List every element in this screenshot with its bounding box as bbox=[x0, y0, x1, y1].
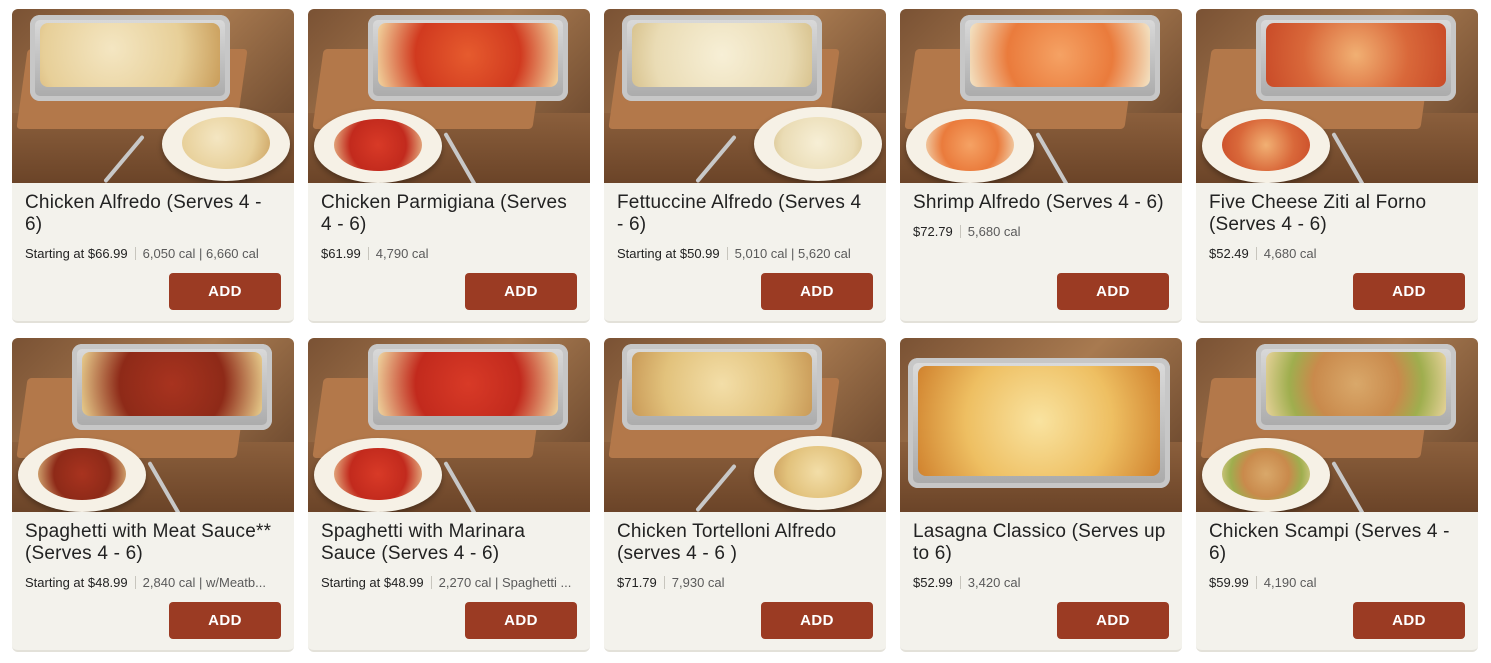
chicken-tortelloni-photo[interactable] bbox=[604, 338, 886, 512]
item-title[interactable]: Spaghetti with Marinara Sauce (Serves 4 … bbox=[321, 521, 577, 565]
item-meta: $72.79 5,680 cal bbox=[913, 224, 1171, 240]
menu-card-chicken-alfredo[interactable]: Chicken Alfredo (Serves 4 - 6) Starting … bbox=[12, 9, 294, 323]
item-title[interactable]: Lasagna Classico (Serves up to 6) bbox=[913, 521, 1169, 565]
menu-card-lasagna-classico[interactable]: Lasagna Classico (Serves up to 6) $52.99… bbox=[900, 338, 1182, 652]
item-meta: Starting at $48.99 2,840 cal | w/Meatb... bbox=[25, 575, 283, 591]
divider bbox=[1255, 576, 1257, 589]
item-meta: Starting at $66.99 6,050 cal | 6,660 cal bbox=[25, 246, 283, 262]
add-button[interactable]: ADD bbox=[1353, 273, 1465, 310]
chicken-scampi-photo[interactable] bbox=[1196, 338, 1478, 512]
divider bbox=[726, 247, 728, 260]
item-calories: 4,790 cal bbox=[375, 246, 429, 261]
shrimp-alfredo-photo[interactable] bbox=[900, 9, 1182, 183]
menu-card-five-cheese-ziti[interactable]: Five Cheese Ziti al Forno (Serves 4 - 6)… bbox=[1196, 9, 1478, 323]
item-calories: 3,420 cal bbox=[967, 575, 1021, 590]
item-meta: Starting at $48.99 2,270 cal | Spaghetti … bbox=[321, 575, 579, 591]
item-title[interactable]: Chicken Parmigiana (Serves 4 - 6) bbox=[321, 192, 577, 236]
item-calories: 2,840 cal | w/Meatb... bbox=[142, 575, 266, 590]
divider bbox=[134, 576, 136, 589]
five-cheese-ziti-photo[interactable] bbox=[1196, 9, 1478, 183]
add-button[interactable]: ADD bbox=[169, 602, 281, 639]
item-meta: $71.79 7,930 cal bbox=[617, 575, 875, 591]
item-price: $52.99 bbox=[913, 575, 953, 590]
chicken-parmigiana-photo[interactable] bbox=[308, 9, 590, 183]
add-button[interactable]: ADD bbox=[465, 602, 577, 639]
item-calories: 7,930 cal bbox=[671, 575, 725, 590]
menu-card-chicken-scampi[interactable]: Chicken Scampi (Serves 4 - 6) $59.99 4,19… bbox=[1196, 338, 1478, 652]
menu-card-spaghetti-marinara[interactable]: Spaghetti with Marinara Sauce (Serves 4 … bbox=[308, 338, 590, 652]
item-calories: 2,270 cal | Spaghetti ... bbox=[438, 575, 572, 590]
add-button[interactable]: ADD bbox=[1353, 602, 1465, 639]
divider bbox=[134, 247, 136, 260]
add-button[interactable]: ADD bbox=[1057, 602, 1169, 639]
item-meta: $52.49 4,680 cal bbox=[1209, 246, 1467, 262]
item-price: Starting at $50.99 bbox=[617, 246, 720, 261]
divider bbox=[367, 247, 369, 260]
menu-card-spaghetti-meat-sauce[interactable]: Spaghetti with Meat Sauce** (Serves 4 - … bbox=[12, 338, 294, 652]
divider bbox=[663, 576, 665, 589]
item-price: Starting at $48.99 bbox=[321, 575, 424, 590]
chicken-alfredo-photo[interactable] bbox=[12, 9, 294, 183]
menu-card-chicken-parmigiana[interactable]: Chicken Parmigiana (Serves 4 - 6) $61.99… bbox=[308, 9, 590, 323]
menu-card-shrimp-alfredo[interactable]: Shrimp Alfredo (Serves 4 - 6) $72.79 5,68… bbox=[900, 9, 1182, 323]
item-title[interactable]: Shrimp Alfredo (Serves 4 - 6) bbox=[913, 192, 1169, 214]
divider bbox=[1255, 247, 1257, 260]
add-button[interactable]: ADD bbox=[761, 273, 873, 310]
item-price: $72.79 bbox=[913, 224, 953, 239]
fettuccine-alfredo-photo[interactable] bbox=[604, 9, 886, 183]
item-price: $52.49 bbox=[1209, 246, 1249, 261]
item-calories: 4,680 cal bbox=[1263, 246, 1317, 261]
menu-card-fettuccine-alfredo[interactable]: Fettuccine Alfredo (Serves 4 - 6) Starti… bbox=[604, 9, 886, 323]
item-title[interactable]: Chicken Scampi (Serves 4 - 6) bbox=[1209, 521, 1465, 565]
add-button[interactable]: ADD bbox=[761, 602, 873, 639]
item-calories: 5,680 cal bbox=[967, 224, 1021, 239]
menu-grid: Chicken Alfredo (Serves 4 - 6) Starting … bbox=[12, 9, 1478, 652]
lasagna-classico-photo[interactable] bbox=[900, 338, 1182, 512]
item-price: Starting at $48.99 bbox=[25, 575, 128, 590]
item-price: $61.99 bbox=[321, 246, 361, 261]
item-price: $71.79 bbox=[617, 575, 657, 590]
item-title[interactable]: Five Cheese Ziti al Forno (Serves 4 - 6) bbox=[1209, 192, 1465, 236]
item-price: $59.99 bbox=[1209, 575, 1249, 590]
item-calories: 6,050 cal | 6,660 cal bbox=[142, 246, 259, 261]
item-title[interactable]: Spaghetti with Meat Sauce** (Serves 4 - … bbox=[25, 521, 281, 565]
item-price: Starting at $66.99 bbox=[25, 246, 128, 261]
item-title[interactable]: Chicken Tortelloni Alfredo (serves 4 - 6… bbox=[617, 521, 873, 565]
item-meta: Starting at $50.99 5,010 cal | 5,620 cal bbox=[617, 246, 875, 262]
item-title[interactable]: Fettuccine Alfredo (Serves 4 - 6) bbox=[617, 192, 873, 236]
item-meta: $52.99 3,420 cal bbox=[913, 575, 1171, 591]
item-calories: 5,010 cal | 5,620 cal bbox=[734, 246, 851, 261]
add-button[interactable]: ADD bbox=[169, 273, 281, 310]
divider bbox=[959, 576, 961, 589]
add-button[interactable]: ADD bbox=[465, 273, 577, 310]
item-calories: 4,190 cal bbox=[1263, 575, 1317, 590]
item-title[interactable]: Chicken Alfredo (Serves 4 - 6) bbox=[25, 192, 281, 236]
divider bbox=[430, 576, 432, 589]
spaghetti-meat-sauce-photo[interactable] bbox=[12, 338, 294, 512]
divider bbox=[959, 225, 961, 238]
item-meta: $61.99 4,790 cal bbox=[321, 246, 579, 262]
spaghetti-marinara-photo[interactable] bbox=[308, 338, 590, 512]
add-button[interactable]: ADD bbox=[1057, 273, 1169, 310]
menu-card-chicken-tortelloni[interactable]: Chicken Tortelloni Alfredo (serves 4 - 6… bbox=[604, 338, 886, 652]
item-meta: $59.99 4,190 cal bbox=[1209, 575, 1467, 591]
